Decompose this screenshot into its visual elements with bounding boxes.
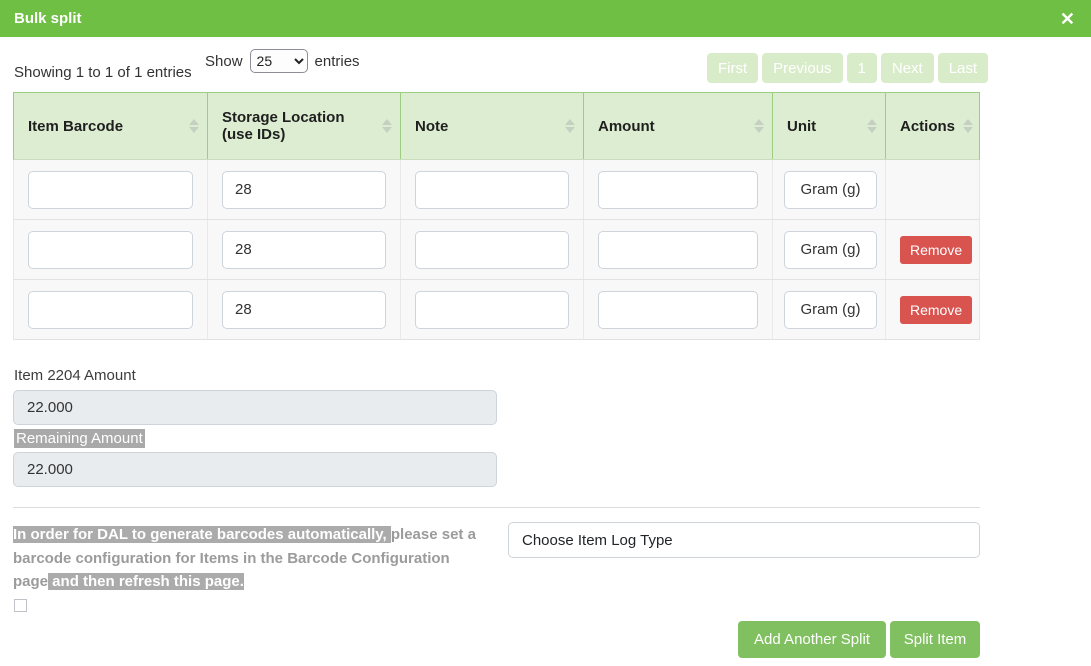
- table-row: Gram (g): [13, 160, 980, 220]
- barcode-config-notice: In order for DAL to generate barcodes au…: [13, 523, 487, 594]
- show-label: Show: [205, 53, 243, 70]
- column-header-storage-location[interactable]: Storage Location (use IDs): [208, 93, 401, 159]
- column-header-unit[interactable]: Unit: [773, 93, 886, 159]
- notice-highlight: In order for DAL to generate barcodes au…: [13, 526, 391, 543]
- section-divider: [13, 507, 980, 508]
- item-barcode-input[interactable]: [28, 291, 193, 329]
- entries-label: entries: [315, 53, 360, 70]
- amount-input[interactable]: [598, 291, 758, 329]
- unit-select[interactable]: Gram (g): [784, 231, 877, 269]
- table-header-row: Item Barcode Storage Location (use IDs) …: [13, 92, 980, 160]
- storage-location-input[interactable]: [222, 231, 386, 269]
- sort-icon: [963, 119, 973, 133]
- pagination-previous-button[interactable]: Previous: [762, 53, 842, 83]
- table-info: Showing 1 to 1 of 1 entries: [14, 64, 192, 81]
- item-barcode-input[interactable]: [28, 231, 193, 269]
- modal-header: Bulk split ✕: [0, 0, 1091, 37]
- column-header-item-barcode[interactable]: Item Barcode: [14, 93, 208, 159]
- item-log-type-input[interactable]: [508, 522, 980, 558]
- sort-icon: [754, 119, 764, 133]
- sort-icon: [565, 119, 575, 133]
- table-row: Gram (g) Remove: [13, 220, 980, 280]
- pagination: First Previous 1 Next Last: [707, 53, 988, 83]
- amount-input[interactable]: [598, 171, 758, 209]
- storage-location-input[interactable]: [222, 171, 386, 209]
- sort-icon: [867, 119, 877, 133]
- notice-checkbox[interactable]: [14, 599, 27, 612]
- remaining-amount-label: Remaining Amount: [14, 429, 145, 448]
- column-header-actions[interactable]: Actions: [886, 93, 981, 159]
- note-input[interactable]: [415, 171, 569, 209]
- add-another-split-button[interactable]: Add Another Split: [738, 621, 886, 658]
- item-amount-label: Item 2204 Amount: [14, 367, 136, 384]
- unit-select[interactable]: Gram (g): [784, 291, 877, 329]
- storage-location-input[interactable]: [222, 291, 386, 329]
- pagination-first-button[interactable]: First: [707, 53, 758, 83]
- column-header-amount[interactable]: Amount: [584, 93, 773, 159]
- remaining-amount-field: [13, 452, 497, 487]
- actions-cell-empty: [886, 160, 981, 219]
- split-table: Item Barcode Storage Location (use IDs) …: [13, 92, 980, 340]
- pagination-next-button[interactable]: Next: [881, 53, 934, 83]
- split-item-button[interactable]: Split Item: [890, 621, 980, 658]
- page-length-control: Show 25 entries: [205, 49, 360, 73]
- item-amount-field: [13, 390, 497, 425]
- sort-icon: [189, 119, 199, 133]
- pagination-page-1-button[interactable]: 1: [847, 53, 877, 83]
- notice-highlight: and then refresh this page.: [48, 573, 244, 590]
- modal-title: Bulk split: [14, 10, 82, 27]
- remove-button[interactable]: Remove: [900, 296, 972, 324]
- sort-icon: [382, 119, 392, 133]
- note-input[interactable]: [415, 291, 569, 329]
- unit-select[interactable]: Gram (g): [784, 171, 877, 209]
- remove-button[interactable]: Remove: [900, 236, 972, 264]
- bulk-split-modal: Bulk split ✕ Show 25 entries Showing 1 t…: [0, 0, 1091, 666]
- note-input[interactable]: [415, 231, 569, 269]
- amount-input[interactable]: [598, 231, 758, 269]
- page-length-select[interactable]: 25: [250, 49, 308, 73]
- table-row: Gram (g) Remove: [13, 280, 980, 340]
- column-header-note[interactable]: Note: [401, 93, 584, 159]
- item-barcode-input[interactable]: [28, 171, 193, 209]
- close-icon[interactable]: ✕: [1060, 10, 1075, 28]
- pagination-last-button[interactable]: Last: [938, 53, 988, 83]
